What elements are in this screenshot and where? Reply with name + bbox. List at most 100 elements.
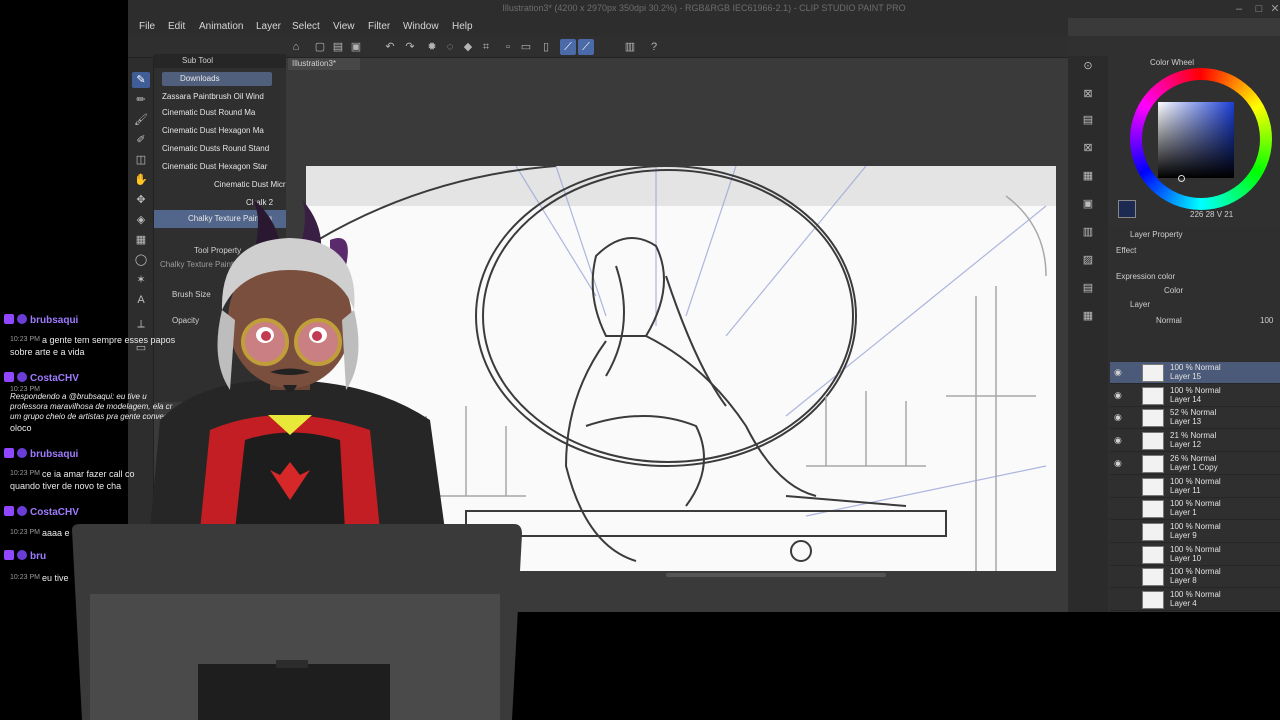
navigator-icon[interactable]: ⊙ bbox=[1080, 58, 1096, 74]
horizontal-scrollbar[interactable] bbox=[666, 573, 886, 577]
brush-tool-icon[interactable]: 🖌 bbox=[132, 112, 150, 128]
menu-edit[interactable]: Edit bbox=[168, 21, 185, 32]
document-tab[interactable]: Illustration3* bbox=[288, 58, 360, 70]
menu-select[interactable]: Select bbox=[292, 21, 320, 32]
close-panel-icon[interactable]: ⊠ bbox=[1080, 140, 1096, 156]
close-icon[interactable]: ✕ bbox=[1268, 2, 1280, 16]
chat-message: aaaa e bbox=[42, 528, 70, 538]
brush-item-label: Cinematic Dust Micro bbox=[214, 180, 291, 189]
airbrush-tool-icon[interactable]: ✐ bbox=[132, 132, 150, 148]
chat-message: sobre arte e a vida bbox=[10, 347, 85, 357]
maximize-icon[interactable]: □ bbox=[1252, 2, 1266, 16]
mod-badge-icon bbox=[17, 314, 27, 324]
layer-thumbnail bbox=[1142, 432, 1164, 451]
color-picker-handle[interactable] bbox=[1178, 175, 1185, 182]
layer-search-icon[interactable]: ▦ bbox=[1080, 168, 1096, 184]
bucket-icon[interactable]: ◆ bbox=[460, 39, 476, 55]
saturation-value-square[interactable] bbox=[1158, 102, 1234, 178]
eraser-tool-icon[interactable]: ◫ bbox=[132, 152, 150, 168]
menu-help[interactable]: Help bbox=[452, 21, 473, 32]
layer-mode: 100 % Normal bbox=[1170, 544, 1221, 554]
device-icon[interactable]: ▥ bbox=[622, 39, 638, 55]
pencil-tool-icon[interactable]: ✏ bbox=[132, 92, 150, 108]
layer-mode: 100 % Normal bbox=[1170, 385, 1221, 395]
brush-item[interactable]: Cinematic Dust Micro bbox=[154, 176, 290, 194]
downloads-tab[interactable]: Downloads bbox=[162, 72, 272, 86]
color-set-icon[interactable]: ▨ bbox=[1080, 252, 1096, 268]
menu-view[interactable]: View bbox=[333, 21, 355, 32]
layer-thumbnail bbox=[1142, 500, 1164, 519]
snap-special-ruler-icon[interactable]: ⟋ bbox=[578, 39, 594, 55]
history-icon[interactable]: ▣ bbox=[1080, 196, 1096, 212]
blend-tool-icon[interactable]: ✋ bbox=[132, 172, 150, 188]
layer-row[interactable]: 100 % Normal Layer 11 bbox=[1110, 476, 1280, 498]
eye-icon[interactable]: ◉ bbox=[1114, 458, 1122, 469]
layer-mode: 21 % Normal bbox=[1170, 431, 1217, 441]
transform-icon[interactable]: ⌗ bbox=[478, 39, 494, 55]
layer-row[interactable]: ◉ 21 % Normal Layer 12 bbox=[1110, 430, 1280, 453]
brush-item-label: Cinematic Dust Hexagon Star bbox=[162, 162, 268, 171]
layer-name: Layer 9 bbox=[1170, 530, 1197, 540]
redo-icon[interactable]: ↷ bbox=[402, 39, 418, 55]
layer-thumbnail bbox=[1142, 522, 1164, 541]
layer-row[interactable]: ◉ 52 % Normal Layer 13 bbox=[1110, 407, 1280, 430]
invert-icon[interactable]: ▯ bbox=[538, 39, 554, 55]
layer-row[interactable]: ◉ 26 % Normal Layer 1 Copy bbox=[1110, 453, 1280, 475]
pen-tool-icon[interactable]: ✎ bbox=[132, 72, 150, 88]
select-off-icon[interactable]: ▫ bbox=[500, 39, 516, 55]
menu-file[interactable]: File bbox=[139, 21, 155, 32]
brush-item[interactable]: Cinematic Dust Hexagon Ma bbox=[154, 122, 286, 140]
menu-window[interactable]: Window bbox=[403, 21, 439, 32]
layer-name: Layer 15 bbox=[1170, 372, 1202, 381]
mod-badge-icon bbox=[17, 448, 27, 458]
layer-row[interactable]: 100 % Normal Layer 4 bbox=[1110, 589, 1280, 611]
material-icon[interactable]: ⊠ bbox=[1080, 86, 1096, 102]
crop-icon[interactable]: ▭ bbox=[518, 39, 534, 55]
help-icon[interactable]: ? bbox=[646, 39, 662, 55]
layer-opacity-value[interactable]: 100 bbox=[1260, 316, 1273, 325]
home-icon[interactable]: ⌂ bbox=[288, 39, 304, 55]
layer-row[interactable]: ◉ 100 % Normal Layer 14 bbox=[1110, 385, 1280, 407]
brush-item[interactable]: Cinematic Dust Hexagon Star bbox=[154, 158, 286, 176]
eye-icon[interactable]: ◉ bbox=[1114, 435, 1122, 446]
menu-layer[interactable]: Layer bbox=[256, 21, 281, 32]
sub-view-icon[interactable]: ▤ bbox=[1080, 280, 1096, 296]
fill-icon[interactable]: ◌ bbox=[442, 39, 458, 55]
new-file-icon[interactable]: ▢ bbox=[312, 39, 328, 55]
layer-name: Layer 8 bbox=[1170, 576, 1197, 586]
info-icon[interactable]: ▥ bbox=[1080, 224, 1096, 240]
layer-row[interactable]: 100 % Normal Layer 9 bbox=[1110, 521, 1280, 543]
layer-mode: 100 % Normal bbox=[1170, 363, 1221, 372]
vtuber-avatar bbox=[140, 188, 460, 530]
layer-row[interactable]: 100 % Normal Layer 1 bbox=[1110, 498, 1280, 521]
open-icon[interactable]: ▤ bbox=[330, 39, 346, 55]
blend-mode-select[interactable]: Normal bbox=[1156, 316, 1182, 325]
save-icon[interactable]: ▣ bbox=[348, 39, 364, 55]
item-bank-icon[interactable]: ▤ bbox=[1080, 112, 1096, 128]
sub-badge-icon bbox=[4, 314, 14, 324]
eye-icon[interactable]: ◉ bbox=[1114, 390, 1122, 401]
snap-ruler-icon[interactable]: ⟋ bbox=[560, 39, 576, 55]
layer-mode: 100 % Normal bbox=[1170, 476, 1221, 486]
undo-icon[interactable]: ↶ bbox=[382, 39, 398, 55]
layer-name: Layer 13 bbox=[1170, 417, 1202, 427]
expression-color-value[interactable]: Color bbox=[1164, 286, 1183, 295]
layer-mode: 100 % Normal bbox=[1170, 567, 1221, 577]
layer-row[interactable]: 100 % Normal Layer 8 bbox=[1110, 566, 1280, 589]
layer-thumbnail bbox=[1142, 477, 1164, 496]
layer-row[interactable]: 100 % Normal Layer 10 bbox=[1110, 544, 1280, 566]
window-title: Illustration3* (4200 x 2970px 350dpi 30.… bbox=[502, 3, 906, 13]
gear-icon[interactable]: ✹ bbox=[424, 39, 440, 55]
layer-thumbnail bbox=[1142, 364, 1164, 382]
current-color-swatch[interactable] bbox=[1118, 200, 1136, 218]
menu-animation[interactable]: Animation bbox=[199, 21, 243, 32]
menu-filter[interactable]: Filter bbox=[368, 21, 390, 32]
layer-thumbnail bbox=[1142, 591, 1164, 609]
eye-icon[interactable]: ◉ bbox=[1114, 412, 1122, 423]
minimize-icon[interactable]: – bbox=[1232, 2, 1246, 16]
brush-item[interactable]: Cinematic Dusts Round Stand bbox=[154, 140, 286, 158]
brush-item[interactable]: Cinematic Dust Round Ma bbox=[154, 104, 286, 122]
eye-icon[interactable]: ◉ bbox=[1114, 367, 1122, 378]
animation-icon[interactable]: ▦ bbox=[1080, 308, 1096, 324]
layer-row[interactable]: ◉ 100 % Normal Layer 15 bbox=[1110, 362, 1280, 384]
